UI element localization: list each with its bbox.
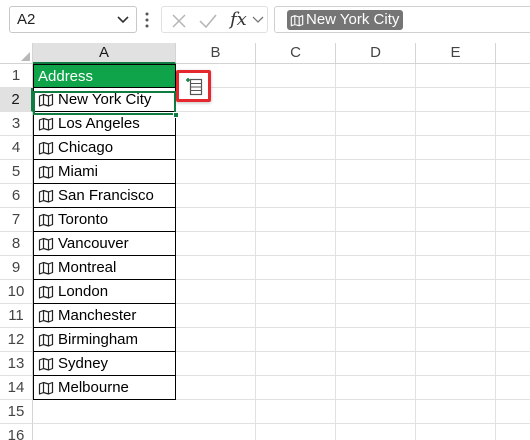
table-cell[interactable]: Montreal: [33, 256, 176, 280]
map-icon: [38, 141, 54, 155]
row-header[interactable]: 11: [0, 304, 33, 328]
table-cell[interactable]: Melbourne: [33, 376, 176, 400]
row-header[interactable]: 16: [0, 424, 33, 440]
cell-text: San Francisco: [58, 187, 154, 204]
row-header[interactable]: 8: [0, 232, 33, 256]
more-options-icon[interactable]: [144, 10, 150, 30]
row-header[interactable]: 1: [0, 64, 33, 88]
insert-data-button[interactable]: [176, 70, 211, 102]
table-cell[interactable]: Miami: [33, 160, 176, 184]
row-header[interactable]: 12: [0, 328, 33, 352]
row-header[interactable]: 2: [0, 88, 33, 112]
table-cell[interactable]: Los Angeles: [33, 112, 176, 136]
spreadsheet-grid: A B C D E 1 2 3 4 5 6 7 8 9 10 11 12 13 …: [0, 43, 530, 440]
map-icon: [38, 213, 54, 227]
cell-text: Toronto: [58, 211, 109, 228]
column-header-d[interactable]: D: [336, 43, 416, 64]
formula-bar: A2 fx New York City: [0, 0, 530, 40]
map-icon: [38, 333, 54, 347]
map-icon: [38, 237, 54, 251]
formula-value: New York City: [306, 11, 400, 28]
table-cell[interactable]: London: [33, 280, 176, 304]
cell-text: Vancouver: [58, 235, 129, 252]
row-header[interactable]: 7: [0, 208, 33, 232]
row-header[interactable]: 4: [0, 136, 33, 160]
table-cell[interactable]: Toronto: [33, 208, 176, 232]
chevron-down-icon[interactable]: [252, 16, 264, 24]
map-icon: [38, 357, 54, 371]
row-header[interactable]: 9: [0, 256, 33, 280]
cell-text: Montreal: [58, 259, 117, 276]
row-header[interactable]: 3: [0, 112, 33, 136]
table-cell[interactable]: San Francisco: [33, 184, 176, 208]
table-cell[interactable]: New York City: [33, 88, 176, 112]
cell-text: Los Angeles: [58, 115, 140, 132]
column-header-c[interactable]: C: [256, 43, 336, 64]
row-header[interactable]: 15: [0, 400, 33, 424]
formula-buttons: fx: [161, 6, 268, 33]
map-icon: [38, 261, 54, 275]
column-header-e[interactable]: E: [416, 43, 496, 64]
cell-text: Miami: [58, 163, 98, 180]
map-icon: [38, 93, 54, 107]
table-cell[interactable]: Chicago: [33, 136, 176, 160]
fill-handle[interactable]: [173, 112, 179, 118]
formula-input[interactable]: New York City: [274, 6, 530, 33]
name-box[interactable]: A2: [9, 6, 137, 33]
row-header[interactable]: 13: [0, 352, 33, 376]
map-icon: [38, 165, 54, 179]
formula-data-type-chip: New York City: [287, 10, 404, 30]
map-icon: [38, 309, 54, 323]
map-icon: [38, 189, 54, 203]
cell-text: London: [58, 283, 109, 300]
cell-text: Sydney: [58, 355, 109, 372]
row-header[interactable]: 6: [0, 184, 33, 208]
cell-text: Manchester: [58, 307, 137, 324]
enter-check-icon[interactable]: [198, 13, 218, 29]
map-icon: [38, 117, 54, 131]
cell-text: Melbourne: [58, 379, 129, 396]
table-cell[interactable]: Vancouver: [33, 232, 176, 256]
name-box-value: A2: [17, 11, 36, 28]
map-icon: [290, 14, 304, 26]
column-header-a[interactable]: A: [33, 43, 176, 64]
table-cell[interactable]: Birmingham: [33, 328, 176, 352]
map-icon: [38, 285, 54, 299]
column-header-b[interactable]: B: [176, 43, 256, 64]
table-cell[interactable]: Sydney: [33, 352, 176, 376]
select-all-button[interactable]: [0, 43, 33, 64]
table-cell[interactable]: Manchester: [33, 304, 176, 328]
cell-text: Birmingham: [58, 331, 139, 348]
row-header[interactable]: 10: [0, 280, 33, 304]
column-header-f[interactable]: [496, 43, 530, 64]
table-header-address[interactable]: Address: [33, 64, 176, 88]
insert-function-button[interactable]: fx: [230, 9, 247, 30]
cancel-x-icon[interactable]: [171, 13, 187, 29]
row-header[interactable]: 5: [0, 160, 33, 184]
chevron-down-icon[interactable]: [115, 13, 131, 27]
cell-text: Chicago: [58, 139, 114, 156]
map-icon: [38, 381, 54, 395]
row-header[interactable]: 14: [0, 376, 33, 400]
insert-data-icon: [185, 78, 202, 96]
cell-text: New York City: [58, 91, 152, 108]
